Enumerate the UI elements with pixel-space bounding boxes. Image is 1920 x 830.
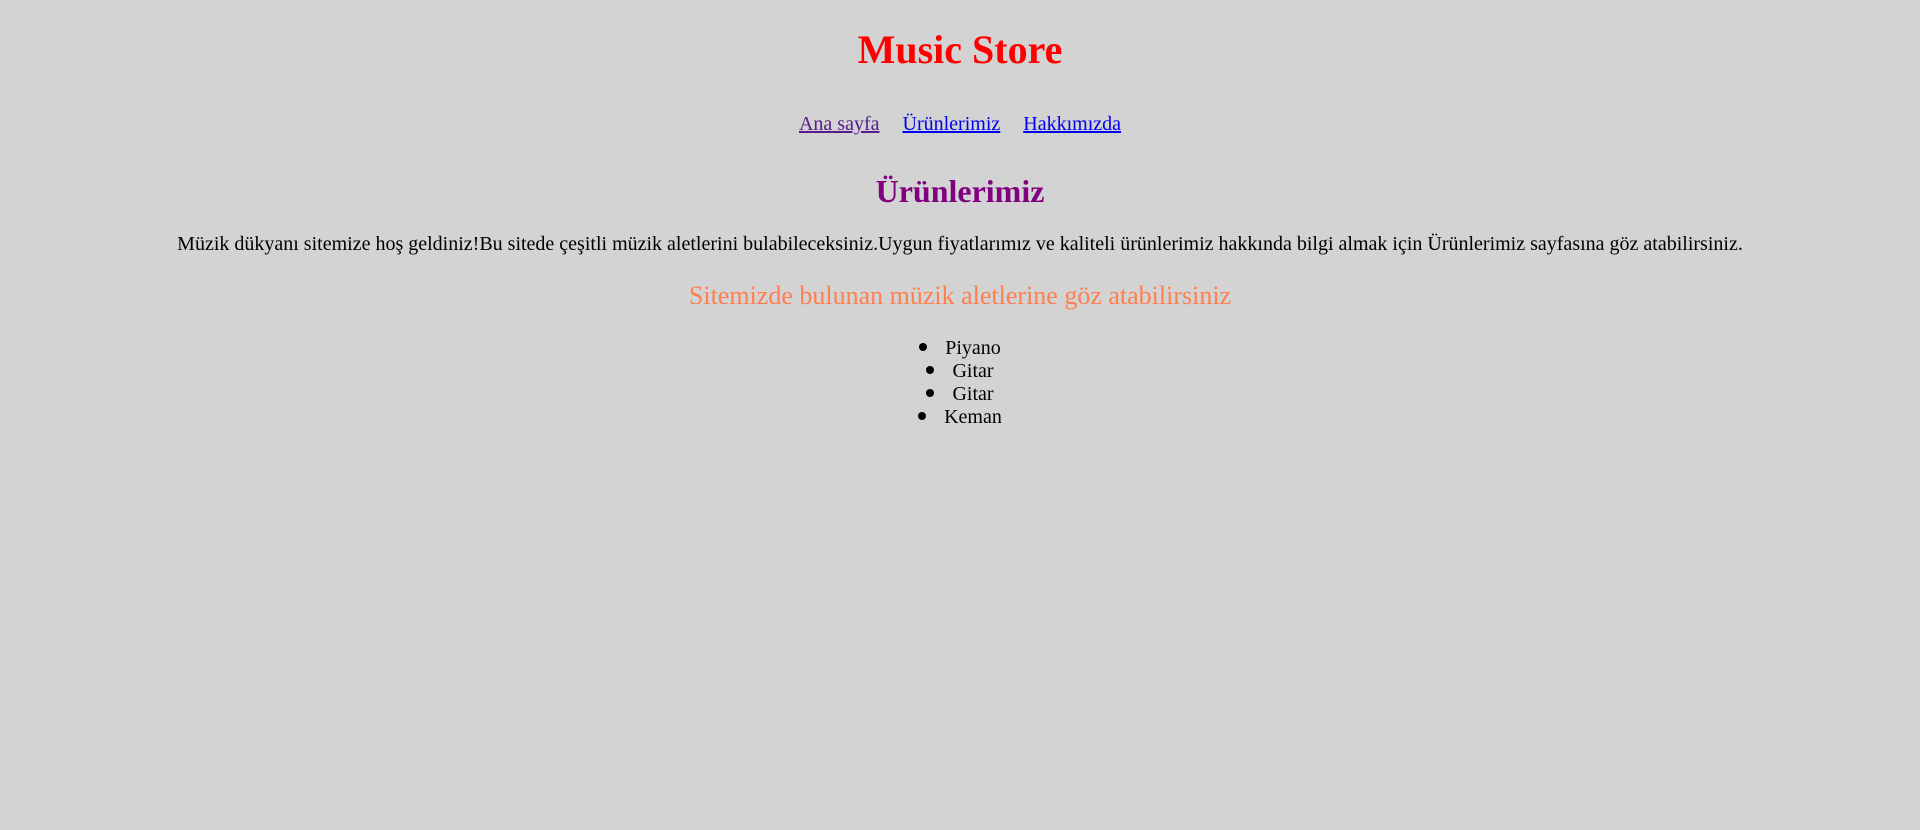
list-item: Gitar <box>0 383 1920 406</box>
bullet-icon <box>918 412 927 421</box>
bullet-icon <box>926 389 935 398</box>
list-item: Keman <box>0 406 1920 429</box>
instrument-list: Piyano Gitar Gitar Keman <box>0 337 1920 429</box>
instrument-label: Gitar <box>952 360 994 382</box>
bullet-icon <box>919 343 928 352</box>
main-nav: Ana sayfa Ürünlerimiz Hakkımızda <box>0 111 1920 137</box>
instruments-subtitle: Sitemizde bulunan müzik aletlerine göz a… <box>688 281 1232 310</box>
instrument-label: Piyano <box>945 337 1001 359</box>
section-title: Ürünlerimiz <box>875 173 1045 209</box>
nav-link-about[interactable]: Hakkımızda <box>1023 113 1121 135</box>
nav-link-products[interactable]: Ürünlerimiz <box>903 113 1001 135</box>
bullet-icon <box>926 366 935 375</box>
list-item: Piyano <box>0 337 1920 360</box>
instrument-label: Keman <box>944 406 1002 428</box>
instrument-label: Gitar <box>952 383 994 405</box>
nav-link-home[interactable]: Ana sayfa <box>799 113 880 135</box>
intro-text: Müzik dükyanı sitemize hoş geldiniz!Bu s… <box>177 233 1743 255</box>
list-item: Gitar <box>0 360 1920 383</box>
page: Music Store Ana sayfa Ürünlerimiz Hakkım… <box>0 0 1920 830</box>
site-title: Music Store <box>857 27 1063 72</box>
